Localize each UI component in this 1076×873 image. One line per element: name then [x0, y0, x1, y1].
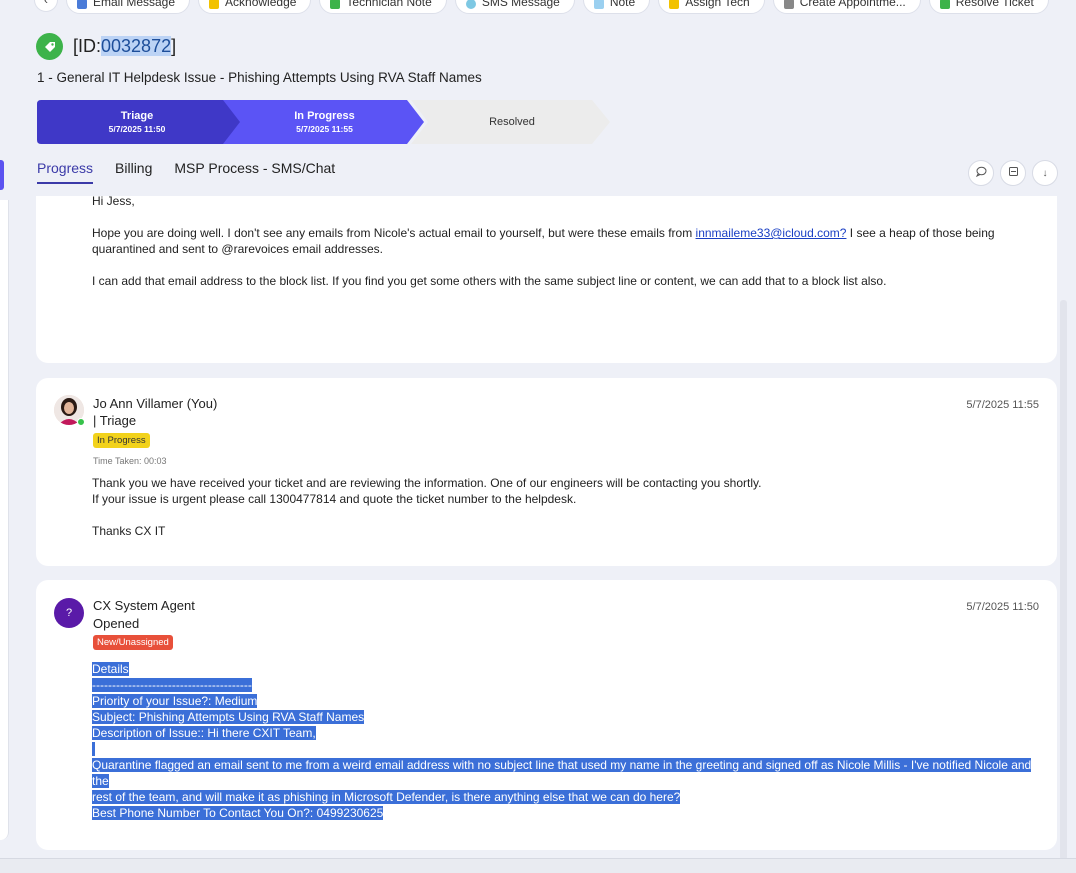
description-line: Description of Issue:: Hi there CXIT Tea… — [92, 726, 316, 740]
entry-stage: | Triage — [93, 413, 137, 428]
feed-entry: ? CX System Agent Opened New/Unassigned … — [36, 580, 1057, 850]
entry-stage: Opened — [93, 616, 140, 631]
note-button[interactable]: Note — [582, 0, 651, 14]
sidebar-active-indicator — [0, 160, 4, 190]
divider-line: ---------------------------------------- — [92, 678, 252, 692]
ticket-header: [ID:0032872] — [36, 33, 176, 60]
feed-entry: Hi Jess, Hope you are doing well. I don'… — [36, 196, 1057, 363]
create-appointment-button[interactable]: Create Appointme... — [772, 0, 921, 14]
ticket-id: [ID:0032872] — [73, 36, 177, 56]
ticket-title: 1 - General IT Helpdesk Issue - Phishing… — [37, 70, 482, 85]
tab-billing[interactable]: Billing — [115, 160, 152, 184]
stage-in-progress[interactable]: In Progress 5/7/2025 11:55 — [237, 100, 412, 144]
collapse-icon — [1008, 166, 1019, 180]
assign-icon — [669, 0, 680, 9]
stage-resolved[interactable]: Resolved — [422, 100, 602, 144]
tab-actions: ↓ — [968, 160, 1058, 186]
avatar: ? — [54, 598, 84, 628]
comment-icon — [975, 166, 987, 180]
download-button[interactable]: ↓ — [1032, 160, 1058, 186]
description-body: Quarantine flagged an email sent to me f… — [92, 758, 1032, 788]
subject-line: Subject: Phishing Attempts Using RVA Sta… — [92, 710, 365, 724]
comment-button[interactable] — [968, 160, 994, 186]
stage-triage[interactable]: Triage 5/7/2025 11:50 — [37, 100, 237, 144]
check-icon — [939, 0, 950, 9]
tag-icon — [36, 33, 63, 60]
ticket-tabs: Progress Billing MSP Process - SMS/Chat — [37, 160, 335, 184]
left-panel — [0, 200, 9, 840]
entry-paragraph: Hope you are doing well. I don't see any… — [92, 226, 995, 256]
note-icon — [330, 0, 341, 9]
email-message-button[interactable]: Email Message — [66, 0, 191, 14]
assign-tech-button[interactable]: Assign Tech — [658, 0, 765, 14]
sms-message-button[interactable]: SMS Message — [454, 0, 575, 14]
details-heading: Details — [92, 662, 129, 676]
action-toolbar: ‹ Email Message Acknowledge Technician N… — [34, 0, 1049, 14]
bottom-bar — [0, 858, 1076, 873]
email-icon — [77, 0, 87, 9]
email-link[interactable]: innmaileme33@icloud.com? — [696, 226, 847, 240]
tab-msp-process[interactable]: MSP Process - SMS/Chat — [174, 160, 335, 184]
status-badge: New/Unassigned — [93, 635, 173, 650]
back-button[interactable]: ‹ — [34, 0, 58, 12]
entry-author: Jo Ann Villamer (You) — [93, 396, 218, 411]
resolve-ticket-button[interactable]: Resolve Ticket — [928, 0, 1049, 14]
entry-author: CX System Agent — [93, 598, 195, 613]
entry-timestamp: 5/7/2025 11:50 — [966, 601, 1039, 613]
status-badge: In Progress — [93, 433, 150, 448]
chevron-left-icon: ‹ — [44, 0, 48, 7]
priority-line: Priority of your Issue?: Medium — [92, 694, 258, 708]
collapse-button[interactable] — [1000, 160, 1026, 186]
acknowledge-icon — [209, 0, 220, 9]
stage-progress: Triage 5/7/2025 11:50 In Progress 5/7/20… — [37, 100, 612, 144]
feed-scrollbar[interactable] — [1060, 300, 1067, 860]
description-body: rest of the team, and will make it as ph… — [92, 790, 681, 804]
phone-line: Best Phone Number To Contact You On?: 04… — [92, 806, 384, 820]
feed-entry: Jo Ann Villamer (You) | Triage In Progre… — [36, 378, 1057, 566]
calendar-icon — [783, 0, 794, 9]
technician-note-button[interactable]: Technician Note — [319, 0, 447, 14]
acknowledge-button[interactable]: Acknowledge — [198, 0, 312, 14]
note-icon — [593, 0, 604, 9]
progress-feed: Hi Jess, Hope you are doing well. I don'… — [36, 196, 1057, 856]
entry-greeting: Hi Jess, — [92, 196, 135, 208]
sms-icon — [465, 0, 476, 9]
time-taken: Time Taken: 00:03 — [93, 456, 167, 466]
tab-progress[interactable]: Progress — [37, 160, 94, 184]
entry-timestamp: 5/7/2025 11:55 — [966, 399, 1039, 411]
online-status-dot — [77, 418, 85, 426]
arrow-down-icon: ↓ — [1042, 167, 1048, 179]
entry-paragraph: I can add that email address to the bloc… — [92, 274, 887, 288]
